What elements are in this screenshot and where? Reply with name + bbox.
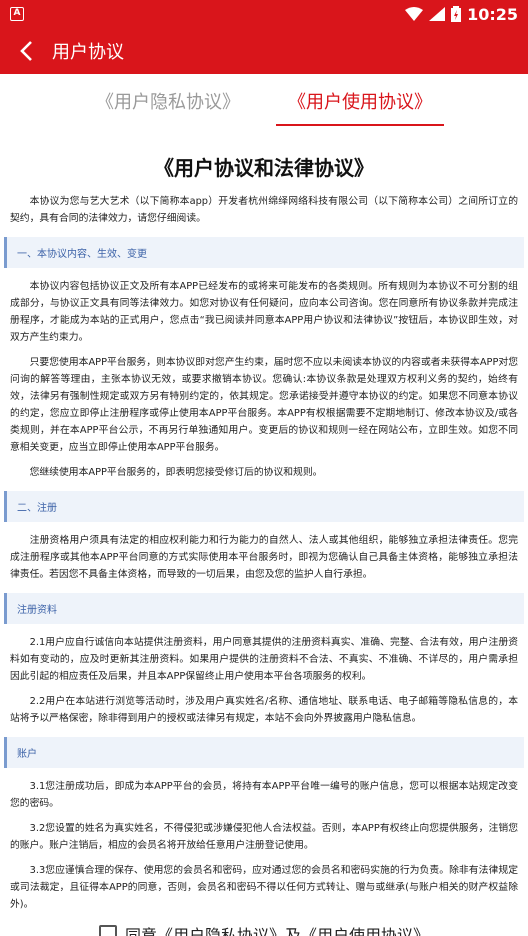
agreement-tabs: 《用户隐私协议》 《用户使用协议》 [0, 74, 528, 128]
section-header: 二、注册 [4, 491, 524, 522]
paragraph: 本协议为您与艺大艺术（以下简称本app）开发者杭州绵绎网络科技有限公司（以下简称… [10, 196, 518, 224]
back-button[interactable] [12, 37, 40, 65]
agree-row[interactable]: 同意《用户隐私协议》及《用户使用协议》 [0, 922, 528, 936]
paragraph: 3.3您应谨慎合理的保存、使用您的会员名和密码，应对通过您的会员名和密码实施的行… [10, 865, 518, 910]
agree-label: 同意《用户隐私协议》及《用户使用协议》 [124, 926, 429, 936]
page-title: 用户协议 [52, 42, 124, 63]
clock: 10:25 [467, 4, 518, 24]
paragraph: 2.2用户在本站进行浏览等活动时，涉及用户真实姓名/名称、通信地址、联系电话、电… [10, 696, 518, 724]
paragraph: 您继续使用本APP平台服务的，即表明您接受修订后的协议和规则。 [29, 467, 323, 478]
notification-icon: A [10, 7, 24, 21]
document-title: 《用户协议和法律协议》 [154, 156, 374, 180]
agreement-document: 《用户协议和法律协议》 本协议为您与艺大艺术（以下简称本app）开发者杭州绵绎网… [0, 128, 528, 913]
signal-icon [429, 7, 446, 21]
app-bar: 用户协议 [0, 28, 528, 74]
section-header: 一、本协议内容、生效、变更 [4, 237, 524, 268]
paragraph: 注册资格用户须具有法定的相应权利能力和行为能力的自然人、法人或其他组织，能够独立… [10, 535, 518, 580]
paragraph: 3.2您设置的姓名为真实姓名，不得侵犯或涉嫌侵犯他人合法权益。否则，本APP有权… [10, 823, 518, 851]
section-header: 注册资料 [4, 593, 524, 624]
paragraph: 2.1用户应自行诚信向本站提供注册资料，用户同意其提供的注册资料真实、准确、完整… [10, 637, 518, 682]
status-bar: A 10:25 [0, 0, 528, 28]
battery-icon [451, 6, 462, 22]
paragraph: 3.1您注册成功后，即成为本APP平台的会员，将持有本APP平台唯一编号的账户信… [10, 781, 518, 809]
paragraph: 本协议内容包括协议正文及所有本APP已经发布的或将来可能发布的各类规则。所有规则… [10, 281, 518, 343]
wifi-icon [405, 7, 424, 21]
tab-usage-agreement[interactable]: 《用户使用协议》 [276, 76, 444, 126]
tab-privacy-agreement[interactable]: 《用户隐私协议》 [90, 76, 246, 126]
section-header: 账户 [4, 737, 524, 768]
chevron-left-icon [20, 41, 32, 61]
agree-checkbox[interactable] [98, 925, 117, 936]
paragraph: 只要您使用本APP平台服务，则本协议即对您产生约束，届时您不应以未阅读本协议的内… [10, 357, 518, 453]
